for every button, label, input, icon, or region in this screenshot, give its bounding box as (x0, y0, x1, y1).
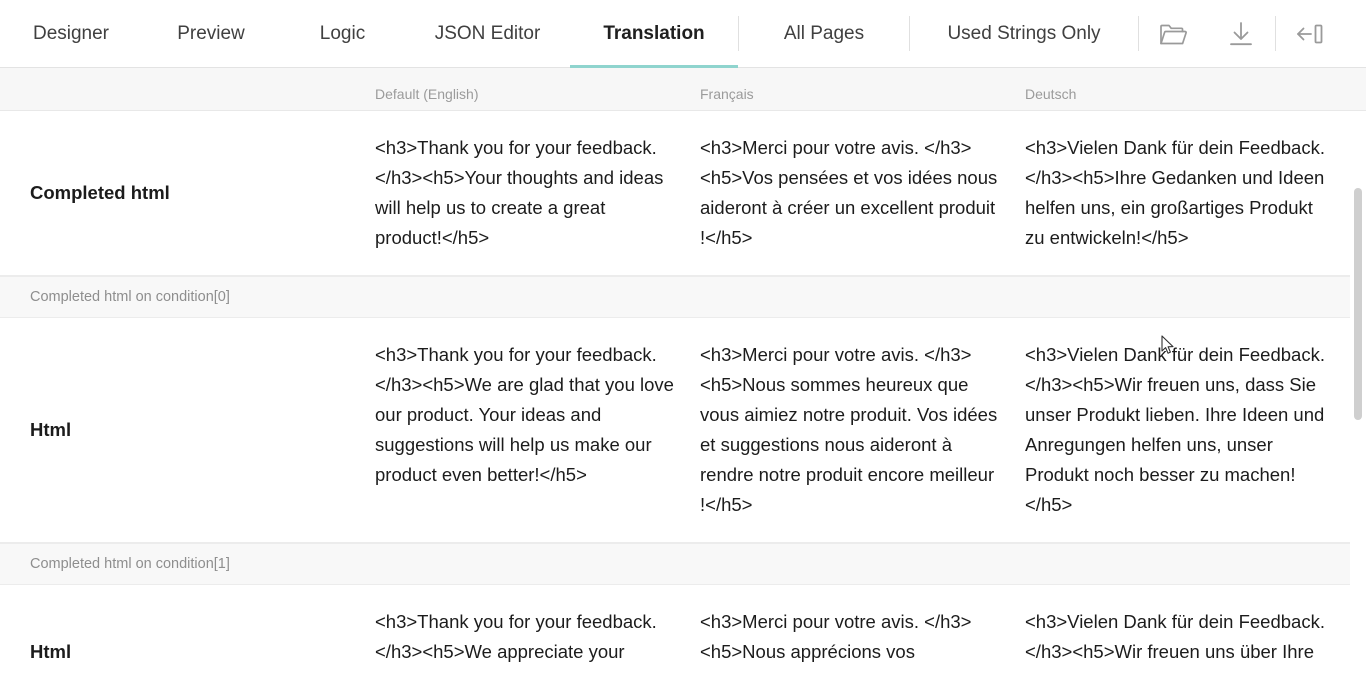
row-translation-english[interactable]: <h3>Thank you for your feedback.</h3><h5… (375, 318, 700, 542)
vertical-scrollbar[interactable] (1350, 111, 1366, 674)
row-translation-english[interactable]: <h3>Thank you for your feedback. </h3><h… (375, 585, 700, 674)
filter-used-strings-only[interactable]: Used Strings Only (910, 0, 1138, 68)
tab-logic[interactable]: Logic (280, 0, 405, 68)
row-translation-french[interactable]: <h3>Merci pour votre avis. </h3><h5>Vos … (700, 111, 1025, 275)
row-translation-english[interactable]: <h3>Thank you for your feedback.</h3><h5… (375, 111, 700, 275)
table-row[interactable]: Html <h3>Thank you for your feedback.</h… (0, 318, 1366, 543)
row-string-name: Html (30, 641, 72, 662)
collapse-panel-icon[interactable] (1276, 0, 1344, 68)
row-translation-german[interactable]: <h3>Vielen Dank für dein Feedback. </h3>… (1025, 585, 1366, 674)
group-header-label: Completed html on condition[0] (30, 289, 230, 305)
download-icon[interactable] (1207, 0, 1275, 68)
filter-all-pages[interactable]: All Pages (739, 0, 909, 68)
top-toolbar: Designer Preview Logic JSON Editor Trans… (0, 0, 1366, 68)
row-string-name: Html (30, 419, 72, 440)
row-translation-french[interactable]: <h3>Merci pour votre avis. </h3><h5>Nous… (700, 585, 1025, 674)
translation-table: Default (English) Français Deutsch Compl… (0, 68, 1366, 674)
column-header-german: Deutsch (1025, 86, 1077, 102)
group-header-row: Completed html on condition[1] (0, 543, 1366, 585)
group-header-row: Completed html on condition[0] (0, 276, 1366, 318)
column-header-french: Français (700, 86, 754, 102)
row-translation-german[interactable]: <h3>Vielen Dank für dein Feedback. </h3>… (1025, 318, 1366, 542)
column-header-english: Default (English) (375, 86, 479, 102)
table-row[interactable]: Html <h3>Thank you for your feedback. </… (0, 585, 1366, 674)
group-header-label: Completed html on condition[1] (30, 556, 230, 572)
table-row[interactable]: Completed html <h3>Thank you for your fe… (0, 111, 1366, 276)
row-string-name: Completed html (30, 182, 170, 203)
row-translation-french[interactable]: <h3>Merci pour votre avis. </h3><h5>Nous… (700, 318, 1025, 542)
table-header-row: Default (English) Français Deutsch (0, 68, 1366, 111)
scrollbar-thumb[interactable] (1354, 188, 1362, 420)
tab-json-editor[interactable]: JSON Editor (405, 0, 570, 68)
row-translation-german[interactable]: <h3>Vielen Dank für dein Feedback.</h3><… (1025, 111, 1366, 275)
tab-translation[interactable]: Translation (570, 0, 738, 68)
tab-preview[interactable]: Preview (142, 0, 280, 68)
folder-open-icon[interactable] (1139, 0, 1207, 68)
tab-designer[interactable]: Designer (0, 0, 142, 68)
